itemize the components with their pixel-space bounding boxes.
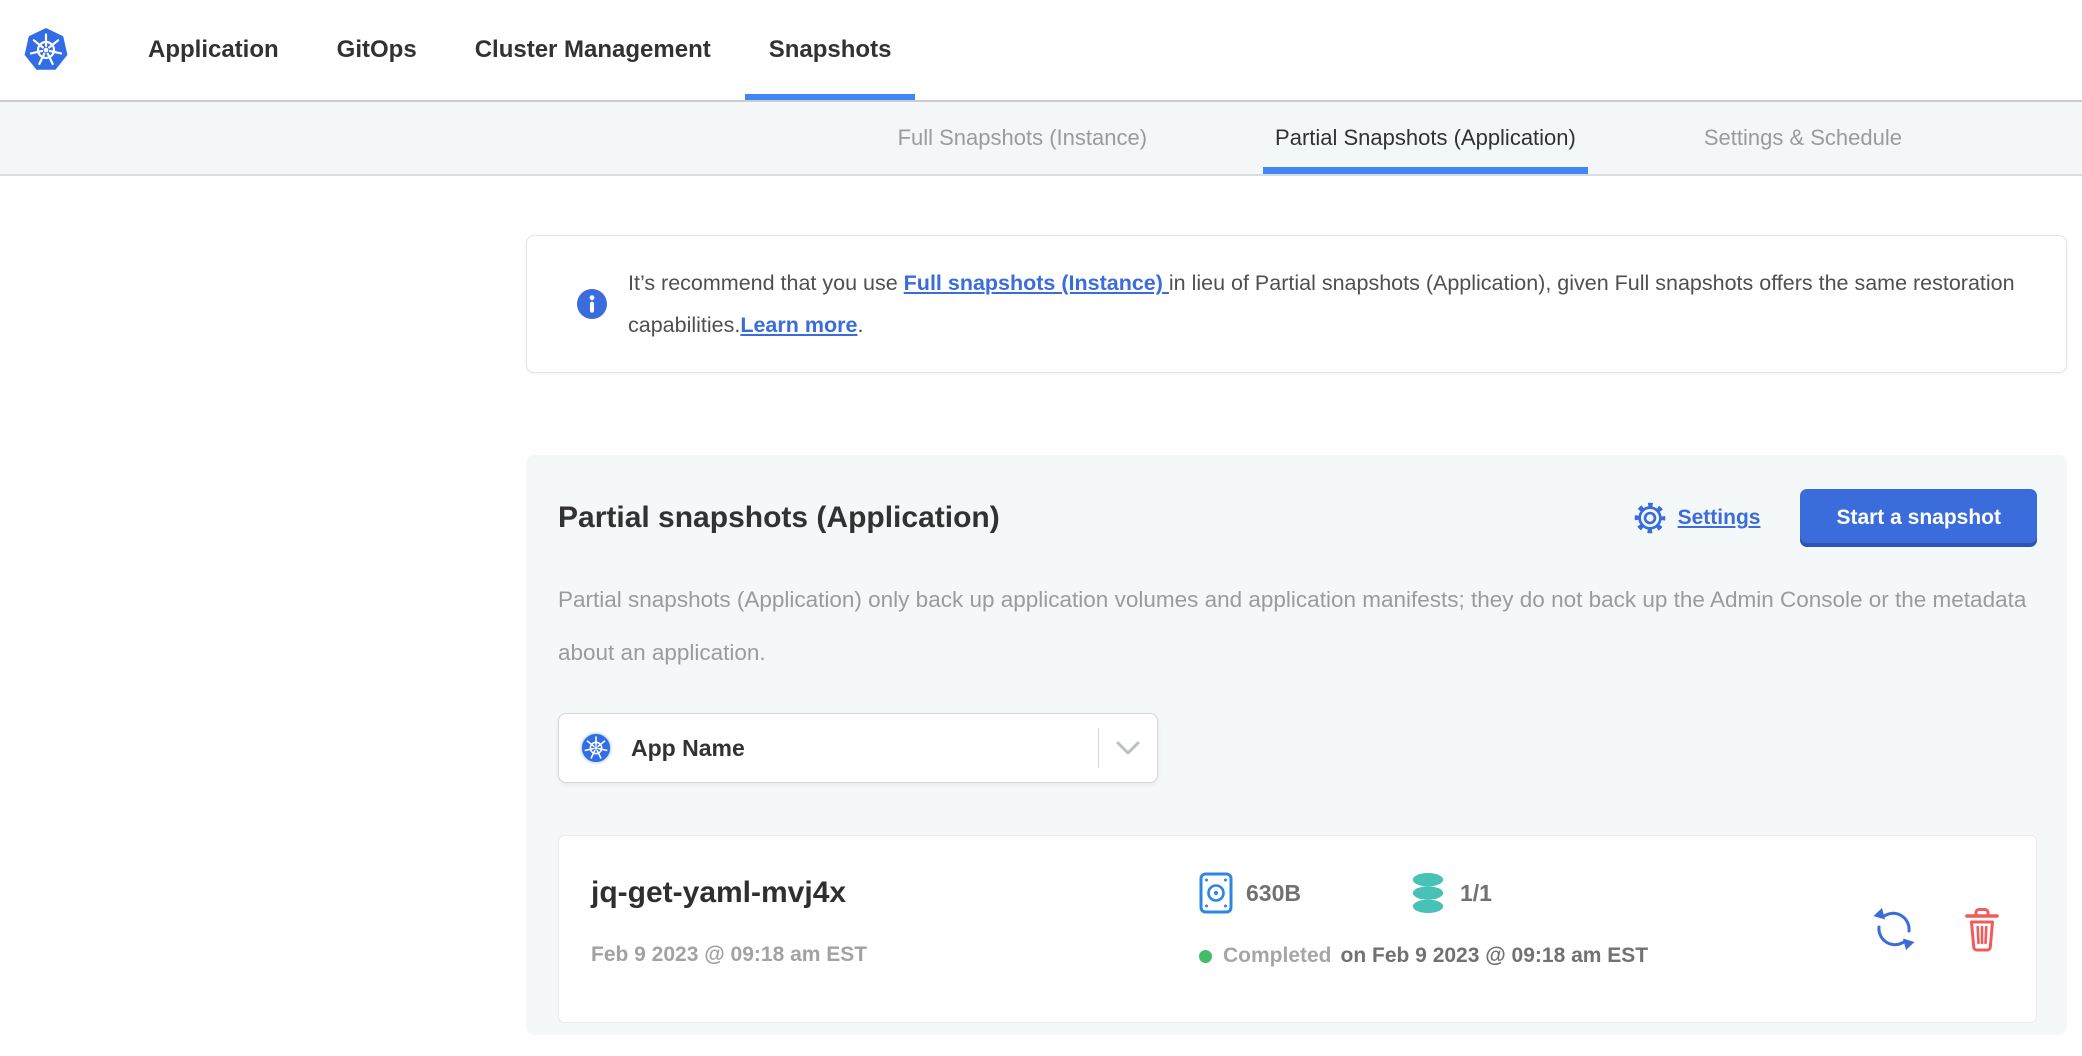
snapshot-size-value: 630B bbox=[1246, 880, 1301, 907]
snapshots-subnav: Full Snapshots (Instance) Partial Snapsh… bbox=[0, 102, 2082, 176]
partial-snapshots-panel: Partial snapshots (Application) Settings… bbox=[526, 455, 2067, 1035]
tab-full-snapshots[interactable]: Full Snapshots (Instance) bbox=[886, 102, 1159, 174]
learn-more-link[interactable]: Learn more bbox=[740, 313, 857, 337]
panel-description: Partial snapshots (Application) only bac… bbox=[558, 573, 2037, 679]
tab-partial-snapshots[interactable]: Partial Snapshots (Application) bbox=[1263, 102, 1588, 174]
app-selector-value: App Name bbox=[631, 735, 745, 762]
tab-settings-schedule[interactable]: Settings & Schedule bbox=[1692, 102, 1914, 174]
trash-icon bbox=[1962, 906, 2002, 952]
info-text-after: . bbox=[857, 313, 863, 337]
panel-title: Partial snapshots (Application) bbox=[558, 501, 1000, 535]
info-text-before: It’s recommend that you use bbox=[628, 271, 904, 295]
kubernetes-logo-icon bbox=[0, 0, 70, 100]
snapshot-volumes: 1/1 bbox=[1409, 872, 1492, 914]
delete-snapshot-button[interactable] bbox=[1962, 906, 2002, 952]
panel-header: Partial snapshots (Application) Settings… bbox=[558, 489, 2037, 547]
snapshot-settings-link[interactable]: Settings bbox=[1632, 500, 1761, 536]
restore-icon bbox=[1870, 905, 1918, 953]
app-kubernetes-icon bbox=[579, 731, 613, 765]
database-icon bbox=[1409, 872, 1447, 914]
app-selector-dropdown[interactable]: App Name bbox=[558, 713, 1158, 783]
gear-icon bbox=[1632, 500, 1668, 536]
snapshot-size: 630B bbox=[1199, 872, 1301, 914]
snapshot-name: jq-get-yaml-mvj4x bbox=[591, 876, 1199, 910]
restore-snapshot-button[interactable] bbox=[1870, 905, 1918, 953]
app-header: Application GitOps Cluster Management Sn… bbox=[0, 0, 2082, 102]
start-snapshot-button[interactable]: Start a snapshot bbox=[1800, 489, 2037, 547]
info-banner: It’s recommend that you use Full snapsho… bbox=[526, 235, 2067, 373]
status-dot-icon bbox=[1199, 950, 1212, 963]
nav-item-snapshots[interactable]: Snapshots bbox=[745, 0, 916, 100]
snapshot-volumes-value: 1/1 bbox=[1460, 880, 1492, 907]
snapshot-status: Completed on Feb 9 2023 @ 09:18 am EST bbox=[1199, 942, 1648, 970]
nav-item-application[interactable]: Application bbox=[148, 0, 279, 100]
status-finished-timestamp: on Feb 9 2023 @ 09:18 am EST bbox=[1341, 944, 1649, 968]
info-icon bbox=[577, 289, 607, 319]
nav-item-gitops[interactable]: GitOps bbox=[337, 0, 417, 100]
snapshot-row: jq-get-yaml-mvj4x Feb 9 2023 @ 09:18 am … bbox=[558, 835, 2037, 1023]
snapshot-started-timestamp: Feb 9 2023 @ 09:18 am EST bbox=[591, 942, 1199, 968]
top-nav: Application GitOps Cluster Management Sn… bbox=[148, 0, 949, 100]
info-banner-text: It’s recommend that you use Full snapsho… bbox=[628, 262, 2018, 346]
status-label: Completed bbox=[1223, 944, 1332, 968]
settings-label: Settings bbox=[1678, 506, 1761, 530]
nav-item-cluster-management[interactable]: Cluster Management bbox=[475, 0, 711, 100]
volume-size-icon bbox=[1199, 872, 1233, 914]
chevron-down-icon bbox=[1099, 740, 1157, 756]
full-snapshots-link[interactable]: Full snapshots (Instance) bbox=[904, 271, 1169, 295]
